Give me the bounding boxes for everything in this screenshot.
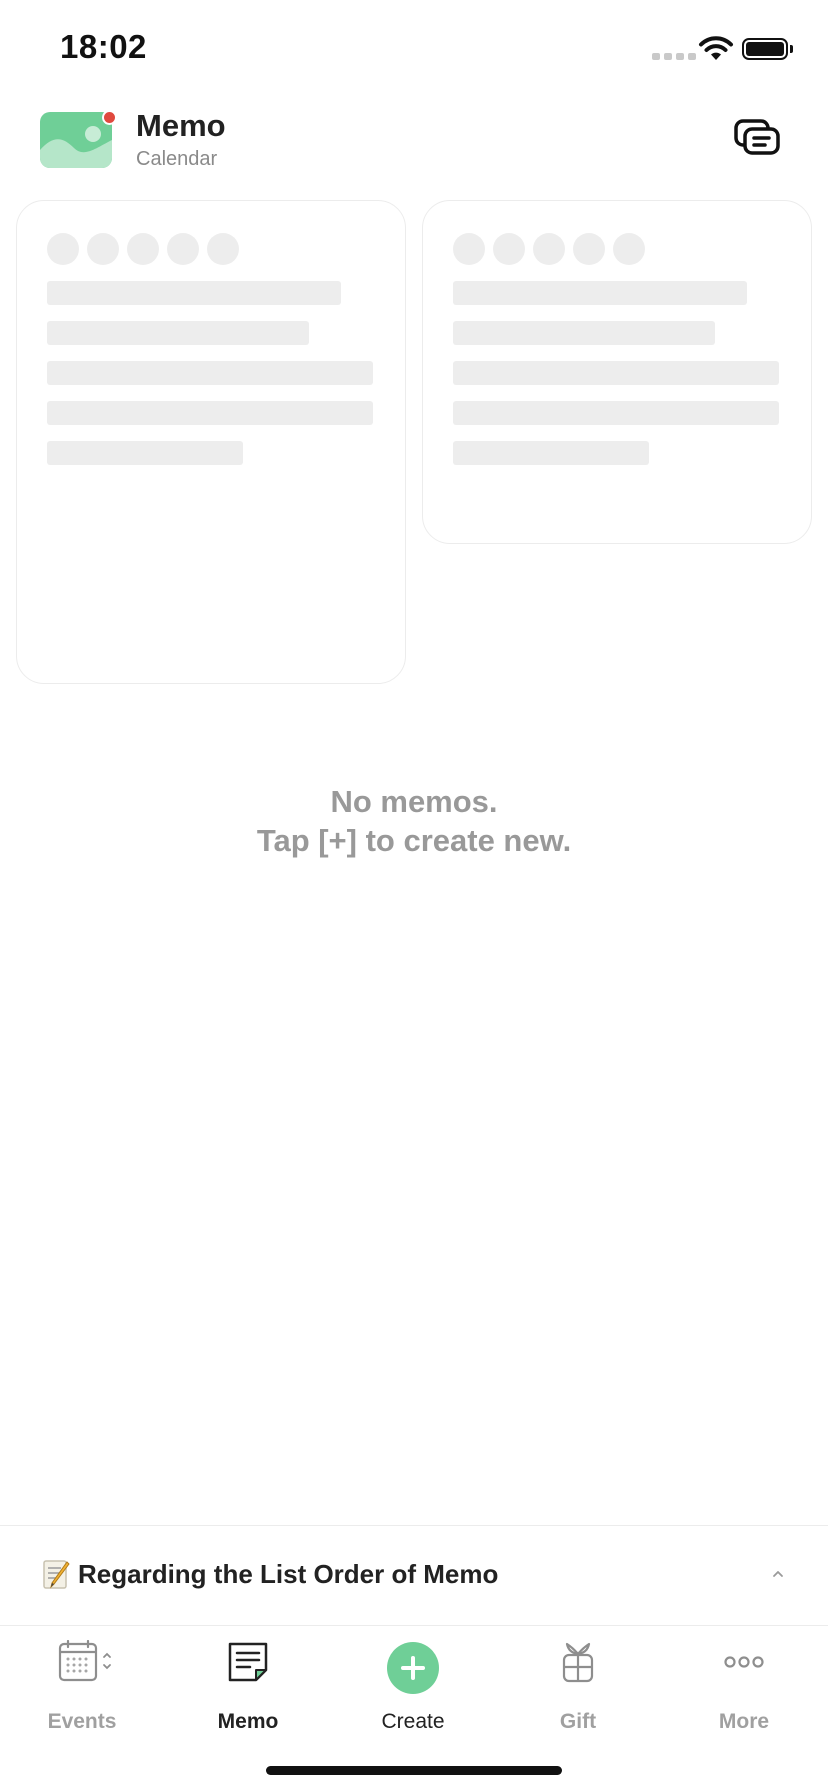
notice-text: Regarding the List Order of Memo: [78, 1559, 499, 1589]
tab-label: Create: [381, 1710, 445, 1733]
tab-gift[interactable]: Gift: [503, 1640, 653, 1750]
skeleton-line: [453, 281, 747, 305]
page-subtitle: Calendar: [136, 148, 218, 170]
empty-state-line2: Tap [+] to create new.: [256, 823, 572, 858]
tab-label: More: [718, 1710, 770, 1733]
skeleton-line: [453, 441, 649, 465]
skeleton-card: [422, 200, 812, 544]
tab-more[interactable]: More: [669, 1640, 819, 1750]
gift-icon: [562, 1642, 594, 1683]
skeleton-line: [453, 401, 779, 425]
memo-icon: [228, 1642, 268, 1682]
header: Memo Calendar: [0, 100, 828, 195]
skeleton-line: [47, 401, 373, 425]
tab-memo[interactable]: Memo: [173, 1640, 323, 1750]
plus-circle-icon: [387, 1642, 439, 1694]
empty-state-message: No memos. Tap [+] to create new.: [0, 782, 828, 860]
status-time: 18:02: [60, 28, 147, 65]
skeleton-line: [47, 281, 341, 305]
skeleton-line: [47, 361, 373, 385]
empty-state-line1: No memos.: [330, 784, 498, 819]
skeleton-line: [453, 321, 715, 345]
chevron-up-icon[interactable]: [770, 1566, 786, 1582]
tab-label: Events: [47, 1710, 117, 1733]
notice-banner[interactable]: Regarding the List Order of Memo: [0, 1525, 828, 1625]
status-bar: 18:02: [0, 0, 828, 100]
chat-bubbles-icon: [734, 119, 780, 155]
battery-icon: [742, 38, 788, 60]
skeleton-dots: [47, 233, 239, 265]
tab-create[interactable]: Create: [338, 1640, 488, 1750]
cellular-signal-icon: [652, 53, 696, 60]
more-dots-icon: [724, 1656, 764, 1668]
app-logo-icon: [40, 112, 112, 168]
chat-button[interactable]: [732, 114, 784, 166]
tab-label: Gift: [559, 1710, 597, 1733]
notification-dot: [102, 110, 117, 125]
skeleton-line: [47, 321, 309, 345]
tab-label: Memo: [217, 1710, 279, 1733]
calendar-icon: [58, 1640, 111, 1682]
memo-pencil-icon: [43, 1560, 70, 1589]
skeleton-card: [16, 200, 406, 684]
wifi-icon: [699, 36, 733, 60]
battery-tip: [790, 45, 793, 53]
page-title: Memo: [136, 108, 226, 143]
tab-events[interactable]: Events: [7, 1640, 157, 1750]
home-indicator[interactable]: [266, 1766, 562, 1775]
skeleton-dots: [453, 233, 645, 265]
skeleton-line: [47, 441, 243, 465]
skeleton-line: [453, 361, 779, 385]
